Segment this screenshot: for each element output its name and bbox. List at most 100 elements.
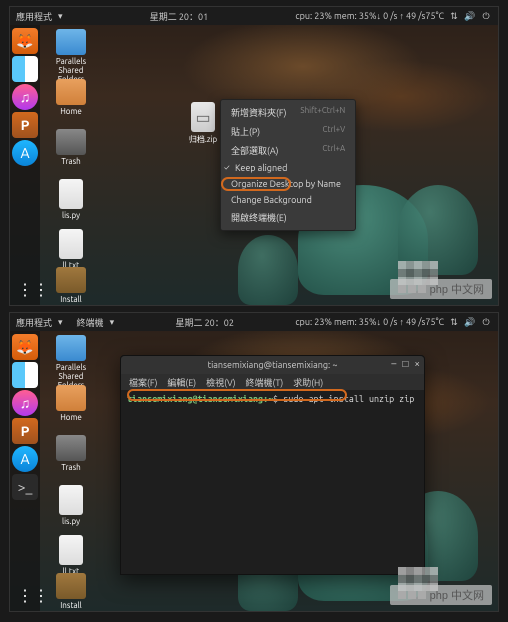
power-icon[interactable]: ⏻: [480, 316, 492, 328]
ll-txt[interactable]: ll.txt: [46, 535, 96, 576]
maximize-button[interactable]: □: [402, 358, 408, 370]
menu-item-label: Change Background: [231, 195, 312, 205]
file-icon: [59, 179, 83, 209]
file-icon: [56, 435, 86, 461]
launcher-dock[interactable]: 🦊 ♫PA>_ ⋮⋮⋮: [10, 331, 40, 611]
parallels-folder[interactable]: Parallels Shared Folders: [46, 335, 96, 390]
file-icon: [56, 29, 86, 55]
finder-icon[interactable]: [12, 362, 38, 388]
context-menu-item[interactable]: 貼上(P)Ctrl+V: [221, 122, 355, 141]
top-bar[interactable]: 應用程式 ▾ 星期二 20：01 cpu: 23% mem: 35%↓ 0 /s…: [10, 7, 498, 25]
ll-txt[interactable]: ll.txt: [46, 229, 96, 270]
menu-item-label: 開啟终端機(E): [231, 211, 287, 224]
clock[interactable]: 星期二 20：02: [176, 316, 234, 329]
terminal-menu-item[interactable]: 求助(H): [293, 376, 323, 389]
system-stats: cpu: 23% mem: 35%↓ 0 /s ↑ 49 /s75°C: [295, 11, 444, 21]
file-icon: [56, 267, 86, 293]
show-applications-icon[interactable]: ⋮⋮⋮: [12, 582, 38, 608]
file-icon: [56, 335, 86, 361]
firefox-icon[interactable]: 🦊: [12, 334, 38, 360]
install-macos[interactable]: Install macOS Catalina: [46, 267, 96, 306]
desktop-context-menu[interactable]: 新增資料夾(F) Shift+Ctrl+N 貼上(P)Ctrl+V 全部選取(A) Ct…: [220, 99, 356, 231]
show-applications-icon[interactable]: ⋮⋮⋮: [12, 276, 38, 302]
file-label: Install macOS Catalina: [46, 601, 96, 612]
finder-icon[interactable]: [12, 56, 38, 82]
terminal-menu-item[interactable]: 檢視(V): [206, 376, 235, 389]
firefox-icon[interactable]: 🦊: [12, 28, 38, 54]
terminal-menu-item[interactable]: 檔案(F): [129, 376, 157, 389]
terminal-window[interactable]: tiansemixiang@tiansemixiang: ~ – □ × 檔案(…: [120, 355, 425, 575]
clock[interactable]: 星期二 20：01: [150, 10, 208, 23]
trash[interactable]: Trash: [46, 129, 96, 166]
powerpoint-icon[interactable]: P: [12, 112, 38, 138]
app-menu-label[interactable]: 應用程式: [16, 10, 52, 23]
file-label: Home: [46, 107, 96, 116]
network-icon[interactable]: ⇅: [448, 10, 460, 22]
terminal-menubar[interactable]: 檔案(F) 編輯(E) 檢視(V) 終端機(T) 求助(H): [121, 374, 424, 390]
lis-py[interactable]: lis.py: [46, 485, 96, 526]
powerpoint-icon[interactable]: P: [12, 418, 38, 444]
terminal-icon[interactable]: >_: [12, 474, 38, 500]
close-button[interactable]: ×: [414, 358, 420, 370]
context-menu-item[interactable]: Change Background: [221, 192, 355, 208]
appstore-icon[interactable]: A: [12, 446, 38, 472]
terminal-body[interactable]: tiansemixiang@tiansemixiang:~$ sudo apt …: [121, 390, 424, 574]
minimize-button[interactable]: –: [391, 358, 396, 370]
window-titlebar[interactable]: tiansemixiang@tiansemixiang: ~ – □ ×: [121, 356, 424, 374]
power-icon[interactable]: ⏻: [480, 10, 492, 22]
file-label: lis.py: [46, 211, 96, 220]
lis-py[interactable]: lis.py: [46, 179, 96, 220]
file-icon: [59, 485, 83, 515]
trash[interactable]: Trash: [46, 435, 96, 472]
terminal-prompt: tiansemixiang@tiansemixiang:~: [127, 394, 273, 404]
menu-item-label: 全部選取(A): [231, 144, 279, 157]
menu-item-label: 新增資料夾(F): [231, 106, 286, 119]
file-label: Trash: [46, 463, 96, 472]
window-title: tiansemixiang@tiansemixiang: ~: [208, 360, 338, 370]
menu-item-shortcut: Shift+Ctrl+N: [300, 106, 345, 119]
file-label: Trash: [46, 157, 96, 166]
prompt-dollar: $: [273, 394, 278, 404]
context-menu-item[interactable]: Keep aligned: [221, 160, 355, 176]
context-menu-item[interactable]: 新增資料夾(F) Shift+Ctrl+N: [221, 103, 355, 122]
menu-item-shortcut: Ctrl+A: [322, 144, 345, 157]
launcher-dock[interactable]: 🦊 ♫PA ⋮⋮⋮: [10, 25, 40, 305]
context-menu-item[interactable]: 開啟终端機(E): [221, 208, 355, 227]
terminal-menu-item[interactable]: 編輯(E): [167, 376, 196, 389]
file-label: Home: [46, 413, 96, 422]
itunes-icon[interactable]: ♫: [12, 84, 38, 110]
appstore-icon[interactable]: A: [12, 140, 38, 166]
app-menu-label[interactable]: 應用程式: [16, 316, 52, 329]
top-bar[interactable]: 應用程式 ▾ 終端機 ▾ 星期二 20：02 cpu: 23% mem: 35%…: [10, 313, 498, 331]
file-icon: [56, 385, 86, 411]
wallpaper-dome: [238, 235, 298, 305]
system-stats: cpu: 23% mem: 35%↓ 0 /s ↑ 49 /s75°C: [295, 317, 444, 327]
file-icon: [59, 229, 83, 259]
parallels-folder[interactable]: Parallels Shared Folders: [46, 29, 96, 84]
desktop-screenshot-context-menu: 應用程式 ▾ 星期二 20：01 cpu: 23% mem: 35%↓ 0 /s…: [9, 6, 499, 306]
menu-item-label: 貼上(P): [231, 125, 260, 138]
file-label: Install macOS Catalina: [46, 295, 96, 306]
terminal-command: sudo apt install unzip zip: [283, 394, 414, 404]
volume-icon[interactable]: 🔊: [464, 10, 476, 22]
volume-icon[interactable]: 🔊: [464, 316, 476, 328]
menu-item-label: Organize Desktop by Name: [231, 179, 341, 189]
file-icon: [56, 129, 86, 155]
terminal-menu-item[interactable]: 終端機(T): [246, 376, 284, 389]
zip-icon: ▭: [191, 102, 215, 132]
context-menu-item[interactable]: Organize Desktop by Name: [221, 176, 355, 192]
network-icon[interactable]: ⇅: [448, 316, 460, 328]
watermark: php 中文网: [390, 585, 492, 605]
home-folder[interactable]: Home: [46, 385, 96, 422]
home-folder[interactable]: Home: [46, 79, 96, 116]
file-icon: [56, 573, 86, 599]
file-label: lis.py: [46, 517, 96, 526]
context-menu-item[interactable]: 全部選取(A) Ctrl+A: [221, 141, 355, 160]
menu-item-label: Keep aligned: [235, 163, 287, 173]
install-macos[interactable]: Install macOS Catalina: [46, 573, 96, 612]
itunes-icon[interactable]: ♫: [12, 390, 38, 416]
file-icon: [59, 535, 83, 565]
desktop-screenshot-terminal: 應用程式 ▾ 終端機 ▾ 星期二 20：02 cpu: 23% mem: 35%…: [9, 312, 499, 612]
terminal-menu-label[interactable]: 終端機: [77, 316, 104, 329]
watermark: php 中文网: [390, 279, 492, 299]
